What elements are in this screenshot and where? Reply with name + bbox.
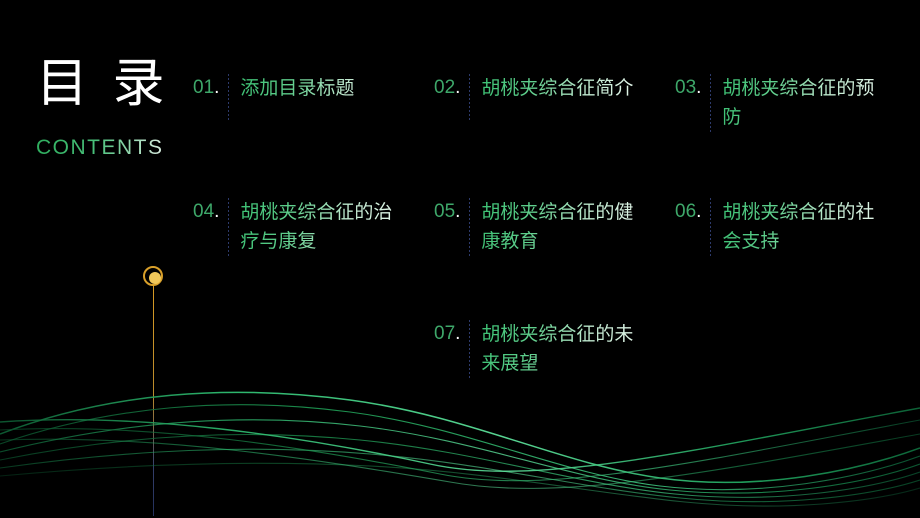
toc-divider-03 (710, 74, 712, 132)
toc-number-period: . (214, 77, 220, 98)
toc-divider-05 (469, 198, 471, 256)
toc-label-02: 胡桃夹综合征简介 (481, 74, 649, 103)
toc-item-03[interactable]: 03. 胡桃夹综合征的预防 (675, 74, 890, 132)
toc-number-period: . (455, 77, 461, 98)
toc-number-01: 01. (193, 77, 220, 98)
toc-number-03: 03. (675, 77, 702, 98)
toc-divider-06 (710, 198, 712, 256)
green-sine-wave-band (0, 391, 920, 507)
orange-pin-marker (143, 266, 165, 516)
toc-number-period: . (214, 201, 220, 222)
toc-number-period: . (455, 201, 461, 222)
slide-canvas: 目 录 CONTENTS 01. 添加目录标题 02. 胡桃夹综合征简介 03.… (0, 0, 920, 518)
page-title: 目 录 (36, 54, 169, 114)
toc-item-05[interactable]: 05. 胡桃夹综合征的健康教育 (434, 198, 649, 256)
toc-number-05: 05. (434, 201, 461, 222)
toc-number-07: 07. (434, 323, 461, 344)
toc-label-07: 胡桃夹综合征的未来展望 (481, 320, 649, 378)
toc-item-02[interactable]: 02. 胡桃夹综合征简介 (434, 74, 649, 120)
toc-label-04: 胡桃夹综合征的治疗与康复 (240, 198, 408, 256)
toc-item-04[interactable]: 04. 胡桃夹综合征的治疗与康复 (193, 198, 408, 256)
toc-number-04: 04. (193, 201, 220, 222)
toc-item-01[interactable]: 01. 添加目录标题 (193, 74, 408, 120)
toc-number-06: 06. (675, 201, 702, 222)
pin-ring-icon (143, 266, 163, 286)
toc-divider-04 (228, 198, 230, 256)
toc-label-06: 胡桃夹综合征的社会支持 (722, 198, 890, 256)
toc-number-period: . (455, 323, 461, 344)
pin-dot-icon (149, 272, 161, 284)
page-subtitle: CONTENTS (36, 136, 206, 160)
pin-stem-line (153, 284, 154, 516)
toc-number-02: 02. (434, 77, 461, 98)
toc-item-07[interactable]: 07. 胡桃夹综合征的未来展望 (434, 320, 649, 378)
toc-divider-07 (469, 320, 471, 378)
toc-divider-01 (228, 74, 230, 120)
toc-label-03: 胡桃夹综合征的预防 (722, 74, 890, 132)
toc-number-period: . (696, 77, 702, 98)
toc-label-01: 添加目录标题 (240, 74, 408, 103)
heading-block: 目 录 CONTENTS (36, 54, 206, 160)
toc-divider-02 (469, 74, 471, 120)
toc-item-06[interactable]: 06. 胡桃夹综合征的社会支持 (675, 198, 890, 256)
toc-number-period: . (696, 201, 702, 222)
toc-label-05: 胡桃夹综合征的健康教育 (481, 198, 649, 256)
